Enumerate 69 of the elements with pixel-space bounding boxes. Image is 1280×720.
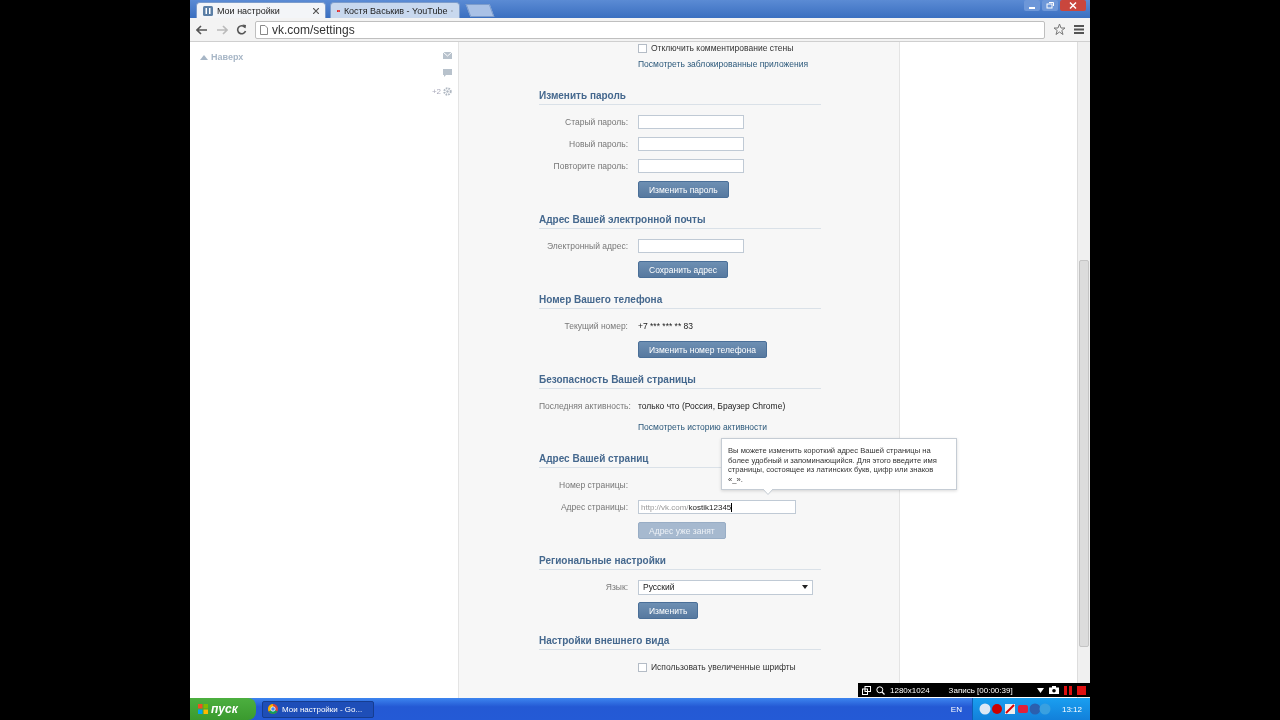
windows-icon[interactable] (862, 685, 871, 695)
language-dropdown[interactable]: Русский (638, 579, 813, 595)
language-indicator[interactable]: EN (950, 704, 962, 714)
field-label: Электронный адрес: (545, 241, 628, 251)
pause-icon[interactable] (1064, 685, 1072, 695)
address-bar[interactable]: vk.com/settings (255, 20, 1045, 39)
star-icon[interactable] (1053, 23, 1066, 36)
field-label: Старый пароль: (564, 117, 628, 127)
section-heading: Настройки внешнего вида (539, 635, 670, 646)
chat-icon[interactable] (443, 69, 452, 77)
windows-logo-icon (198, 704, 208, 714)
field-label: Новый пароль: (568, 139, 628, 149)
field-value: +7 *** *** ** 83 (638, 321, 694, 331)
section-heading: Адрес Вашей страниц (539, 453, 649, 464)
envelope-icon[interactable] (443, 52, 452, 59)
taskbar-button[interactable]: Мои настройки - Go... (262, 700, 374, 718)
action-button[interactable]: Изменить (638, 602, 699, 619)
field-label: Повторите пароль: (552, 161, 628, 171)
action-button[interactable]: Изменить пароль (638, 181, 729, 198)
checkbox-label: Использовать увеличенные шрифты (651, 662, 796, 672)
browser-logo-icon (268, 704, 278, 714)
caret-icon (802, 585, 808, 589)
text-field[interactable] (638, 239, 744, 253)
camera-icon[interactable] (1049, 686, 1059, 694)
minimize-icon[interactable] (1024, 0, 1040, 11)
section-heading: Безопасность Вашей страницы (539, 374, 696, 385)
restore-icon[interactable] (1042, 0, 1058, 11)
dropdown-icon[interactable] (1037, 687, 1044, 693)
field-label: Адрес страницы: (559, 502, 628, 512)
vk-icon (203, 5, 213, 16)
section-heading: Адрес Вашей электронной почты (539, 214, 706, 225)
field-label: Номер страницы: (558, 480, 628, 490)
field-value: только что (Россия, Браузер Chrome) (638, 401, 786, 411)
action-button[interactable]: Изменить номер телефона (638, 341, 767, 358)
address-field[interactable]: http://vk.com/kostik12345 (638, 500, 796, 514)
link[interactable]: Посмотреть заблокированные приложения (638, 59, 808, 69)
gear-icon (443, 87, 452, 96)
field-label: Язык: (604, 582, 628, 592)
resolution-label: 1280x1024 (890, 685, 930, 695)
text-field[interactable] (638, 137, 744, 151)
scrollbar-thumb[interactable] (1079, 260, 1089, 647)
field-label: Последняя активность: (539, 401, 628, 411)
section-heading: Изменить пароль (539, 90, 626, 101)
browser-tab[interactable]: Мои настройки (196, 2, 326, 18)
tooltip-pointer-icon (763, 489, 773, 495)
section-heading: Номер Вашего телефона (539, 294, 663, 305)
page-icon (260, 24, 268, 35)
search-icon[interactable] (876, 685, 885, 695)
text-field[interactable] (638, 115, 744, 129)
menu-icon[interactable] (1074, 25, 1084, 34)
reload-icon[interactable] (236, 24, 247, 35)
tray-icons-drawing[interactable] (978, 703, 1051, 715)
recording-status: Запись [00:00:39] (948, 685, 1013, 695)
field-label: Текущий номер: (563, 321, 628, 331)
section-heading: Региональные настройки (539, 555, 666, 566)
action-button[interactable]: Сохранить адрес (638, 261, 728, 278)
browser-tab[interactable]: Костя Васькив - YouTube (330, 2, 460, 18)
clock: 13:12 (1061, 704, 1082, 714)
start-button[interactable]: пуск (190, 698, 256, 720)
text-field[interactable] (638, 159, 744, 173)
checkbox[interactable] (638, 662, 647, 672)
stop-icon[interactable] (1077, 685, 1086, 695)
back-icon[interactable] (196, 24, 208, 35)
link[interactable]: Посмотреть историю активности (638, 422, 767, 432)
up-arrow-icon (200, 54, 208, 60)
forward-icon[interactable] (216, 24, 228, 35)
checkbox[interactable] (638, 43, 647, 53)
new-tab-button[interactable] (465, 4, 495, 17)
checkbox-label: Отключить комментирование стены (651, 43, 794, 53)
